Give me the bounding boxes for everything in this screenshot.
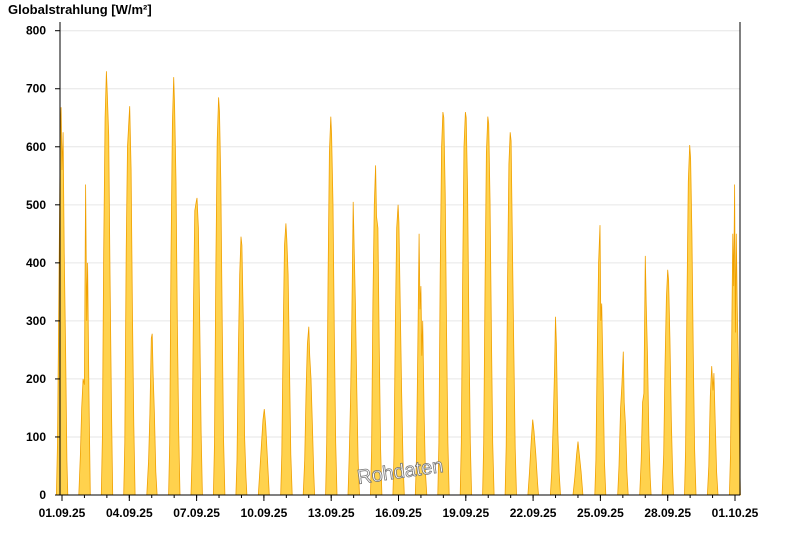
area-day-29.09.25 <box>684 144 697 496</box>
area-day-12.09.25 <box>302 326 316 496</box>
x-tick-label: 04.09.25 <box>106 506 153 520</box>
y-tick-label: 700 <box>26 82 46 96</box>
area-day-17.09.25 <box>414 233 428 496</box>
area-day-28.09.25 <box>661 269 674 496</box>
area-day-30.09.25 <box>706 366 719 496</box>
chart: Globalstrahlung [W/m²] 0 100 200 300 400 500 6… <box>0 0 800 550</box>
area-day-15.09.25 <box>370 165 383 496</box>
area-day-26.09.25 <box>617 351 629 496</box>
area-day-20.09.25 <box>482 116 495 496</box>
area-day-09.09.25 <box>235 236 248 496</box>
area-day-18.09.25 <box>437 111 450 496</box>
area-day-02.09.25 <box>78 184 91 496</box>
area-day-16.09.25 <box>392 204 405 496</box>
area-day-24.09.25 <box>572 441 584 496</box>
y-tick-label: 600 <box>26 140 46 154</box>
y-axis-title: Globalstrahlung [W/m²] <box>8 2 152 17</box>
area-day-14.09.25 <box>347 201 360 496</box>
chart-canvas: 0 100 200 300 400 500 600 700 800 01.09.25 04.09.2… <box>26 22 759 520</box>
area-day-11.09.25 <box>280 223 293 496</box>
area-day-21.09.25 <box>504 132 517 496</box>
area-day-19.09.25 <box>459 111 473 496</box>
area-day-22.09.25 <box>527 419 539 496</box>
y-tick-label: 100 <box>26 430 46 444</box>
y-tick-label: 300 <box>26 314 46 328</box>
area-day-13.09.25 <box>325 116 338 496</box>
area-day-01.10.25 <box>728 184 741 496</box>
x-tick-label: 01.10.25 <box>712 506 759 520</box>
x-tick-label: 19.09.25 <box>442 506 489 520</box>
x-tick-label: 16.09.25 <box>375 506 422 520</box>
y-tick-label: 200 <box>26 372 46 386</box>
y-tick-label: 800 <box>26 24 46 38</box>
x-tick-label: 25.09.25 <box>577 506 624 520</box>
y-tick-label: 0 <box>39 488 46 502</box>
area-day-27.09.25 <box>639 255 652 496</box>
area-day-10.09.25 <box>257 409 270 496</box>
x-tick-label: 10.09.25 <box>241 506 288 520</box>
area-day-07.09.25 <box>190 197 203 496</box>
area-day-05.09.25 <box>146 333 158 496</box>
x-tick-label: 01.09.25 <box>39 506 86 520</box>
area-day-03.09.25 <box>100 71 114 496</box>
y-tick-label: 400 <box>26 256 46 270</box>
y-tick-label: 500 <box>26 198 46 212</box>
area-day-04.09.25 <box>123 106 136 496</box>
area-day-06.09.25 <box>168 77 181 496</box>
area-day-08.09.25 <box>212 97 226 496</box>
x-tick-label: 22.09.25 <box>510 506 557 520</box>
x-tick-label: 28.09.25 <box>644 506 691 520</box>
area-day-23.09.25 <box>549 316 561 496</box>
x-tick-label: 07.09.25 <box>173 506 220 520</box>
x-tick-label: 13.09.25 <box>308 506 355 520</box>
area-day-25.09.25 <box>594 225 607 496</box>
